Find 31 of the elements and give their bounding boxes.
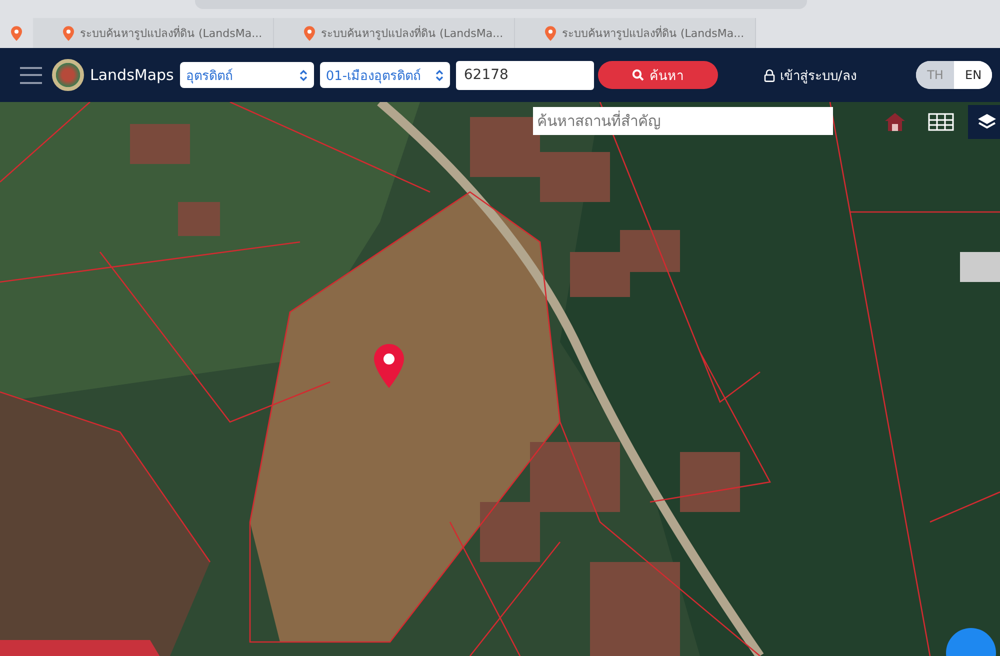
house-roof <box>540 152 610 202</box>
house-roof <box>470 117 540 177</box>
search-icon <box>632 69 644 81</box>
map-pin-icon[interactable] <box>11 26 22 40</box>
browser-tab[interactable]: ระบบค้นหารูปแปลงที่ดิน (LandsMa... <box>515 18 756 48</box>
province-select[interactable]: อุตรดิตถ์ <box>180 62 314 88</box>
search-button[interactable]: ค้นหา <box>598 61 718 89</box>
brand-name: LandsMaps <box>90 66 174 84</box>
map-pin-icon <box>545 26 556 40</box>
house-roof <box>960 252 1000 282</box>
login-link[interactable]: เข้าสู่ระบบ/ลง <box>764 64 856 86</box>
browser-tab[interactable]: ระบบค้นหารูปแปลงที่ดิน (LandsMa... <box>33 18 274 48</box>
house-roof <box>620 230 680 272</box>
map-pin-icon <box>304 26 315 40</box>
parcel-number-field[interactable]: 62178 <box>456 60 594 90</box>
emblem-logo <box>52 59 84 91</box>
house-roof <box>130 124 190 164</box>
layers-icon[interactable] <box>968 105 1000 139</box>
lock-icon <box>764 68 775 82</box>
house-roof <box>680 452 740 512</box>
menu-icon[interactable] <box>20 66 42 84</box>
map-marker-icon <box>374 344 404 388</box>
browser-tab[interactable]: ระบบค้นหารูปแปลงที่ดิน (LandsMa... <box>274 18 515 48</box>
district-select[interactable]: 01-เมืองอุตรดิตถ์ <box>320 62 450 88</box>
place-search-field[interactable]: ค้นหาสถานที่สำคัญ <box>533 107 833 135</box>
chevron-icon <box>298 68 308 82</box>
house-roof <box>178 202 220 236</box>
map-pin-icon <box>63 26 74 40</box>
chevron-icon <box>434 68 444 82</box>
satellite-map-drawing[interactable] <box>0 102 1000 656</box>
house-roof <box>570 252 630 297</box>
